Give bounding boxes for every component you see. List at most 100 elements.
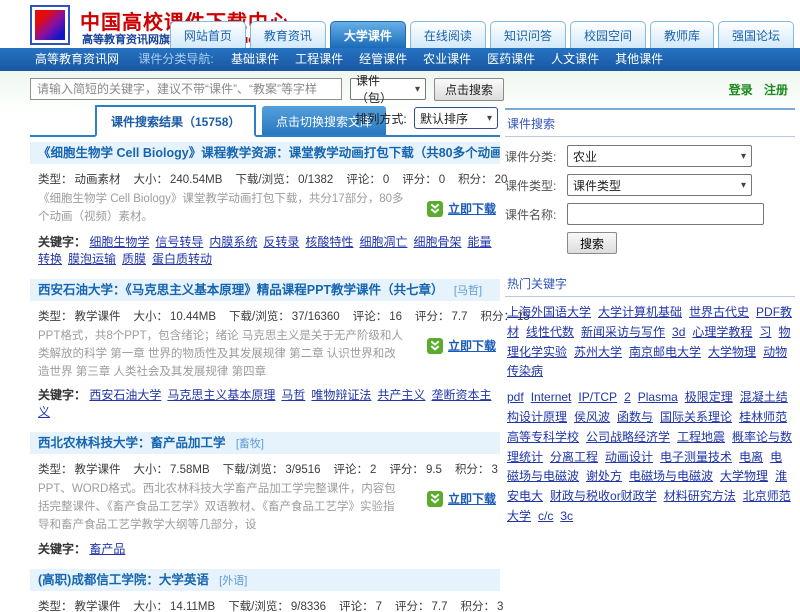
meta-pair: 下载/浏览：37/16360	[229, 311, 340, 323]
search-input[interactable]	[30, 78, 342, 100]
hot-keyword-link[interactable]: 大学物理	[708, 345, 756, 359]
type-select[interactable]: 课件类型 ▾	[567, 174, 752, 196]
sidebar-search-title: 课件搜索	[505, 110, 795, 137]
hot-keyword-link[interactable]: pdf	[507, 390, 524, 404]
hot-keyword-link[interactable]: 侯风波	[574, 410, 610, 424]
hot-keyword-link[interactable]: 国际关系理论	[660, 410, 732, 424]
hot-keyword-link[interactable]: Internet	[531, 390, 572, 404]
download-button[interactable]: 立即下载	[427, 490, 496, 507]
tab-home[interactable]: 网站首页	[170, 21, 246, 48]
keyword-link[interactable]: 内膜系统	[209, 235, 257, 249]
chevron-down-icon: ▾	[415, 84, 420, 95]
hot-keyword-link[interactable]: 南京邮电大学	[629, 345, 701, 359]
hot-keyword-link[interactable]: 财政与税收or财政学	[550, 489, 657, 503]
result-item: 西北农林科技大学：畜产品加工学 [畜牧] 类型：教学课件大小：7.58MB下载/…	[30, 432, 500, 563]
item-meta: 类型：动画素材大小：240.54MB下载/浏览：0/1382评论：0评分：0积分…	[30, 164, 500, 190]
tab-online-reading[interactable]: 在线阅读	[410, 21, 486, 48]
hot-keyword-link[interactable]: 上海外国语大学	[507, 305, 591, 319]
hot-keyword-link[interactable]: 2	[624, 390, 631, 404]
top-nav-tabs: 网站首页 教育资讯 大学课件 在线阅读 知识问答 校园空间 教师库 强国论坛	[170, 21, 794, 48]
hot-keyword-link[interactable]: c/c	[538, 509, 553, 523]
hot-keyword-link[interactable]: 工程地震	[677, 430, 725, 444]
hot-keyword-link[interactable]: 3c	[560, 509, 573, 523]
keyword-link[interactable]: 马哲	[281, 388, 305, 402]
sidebar-search-button[interactable]: 搜索	[567, 232, 617, 254]
hot-keyword-link[interactable]: IP/TCP	[578, 390, 617, 404]
login-link[interactable]: 登录	[729, 83, 753, 97]
category-link[interactable]: 经管课件	[359, 52, 407, 66]
hot-keyword-link[interactable]: 习	[759, 325, 771, 339]
tab-edu-news[interactable]: 教育资讯	[250, 21, 326, 48]
item-title-bar: 西北农林科技大学：畜产品加工学 [畜牧]	[30, 432, 500, 454]
category-link[interactable]: 基础课件	[231, 52, 279, 66]
category-link[interactable]: 工程课件	[295, 52, 343, 66]
keyword-list: 畜产品	[89, 542, 131, 556]
tab-teacher-library[interactable]: 教师库	[650, 21, 714, 48]
category-link[interactable]: 农业课件	[423, 52, 471, 66]
meta-pair: 评论：2	[334, 464, 377, 476]
tab-search-results[interactable]: 课件搜索结果（15758）	[95, 105, 256, 137]
keyword-link[interactable]: 质膜	[122, 252, 146, 266]
hot-keyword-link[interactable]: 苏州大学	[574, 345, 622, 359]
tab-knowledge-qa[interactable]: 知识问答	[490, 21, 566, 48]
hot-keyword-link[interactable]: 电子测量技术	[660, 450, 732, 464]
keyword-link[interactable]: 细胞骨架	[413, 235, 461, 249]
keyword-link[interactable]: 蛋白质转动	[152, 252, 212, 266]
meta-pair: 下载/浏览：0/1382	[235, 174, 333, 186]
download-icon	[427, 491, 443, 507]
result-item: (高职)成都信工学院：大学英语 [外语] 类型：教学课件大小：14.11MB下载…	[30, 569, 500, 612]
category-link[interactable]: 医药课件	[487, 52, 535, 66]
item-category-tag: [外语]	[219, 575, 247, 587]
tab-university-courseware[interactable]: 大学课件	[330, 21, 406, 48]
keyword-link[interactable]: 膜泡运输	[68, 252, 116, 266]
hot-keyword-link[interactable]: 电离	[739, 450, 763, 464]
keyword-link[interactable]: 细胞凋亡	[359, 235, 407, 249]
item-title-link[interactable]: (高职)成都信工学院：大学英语	[38, 573, 209, 587]
search-type-select[interactable]: 课件（包） ▾	[350, 78, 426, 100]
item-title-link[interactable]: 西北农林科技大学：畜产品加工学	[38, 436, 226, 450]
courseware-name-input[interactable]	[567, 203, 764, 225]
hot-keyword-link[interactable]: 3d	[672, 325, 685, 339]
hot-keyword-link[interactable]: 线性代数	[526, 325, 574, 339]
item-title-link[interactable]: 西安石油大学：《马克思主义基本原理》精品课程PPT教学课件（共七章）	[38, 283, 444, 297]
keyword-link[interactable]: 唯物辩证法	[311, 388, 371, 402]
hot-keyword-link[interactable]: 动画设计	[605, 450, 653, 464]
hot-keyword-link[interactable]: 大学计算机基础	[598, 305, 682, 319]
category-select[interactable]: 农业 ▾	[567, 145, 752, 167]
auth-links: 登录 注册	[721, 81, 788, 98]
sort-select[interactable]: 默认排序 ▾	[414, 107, 498, 129]
meta-pair: 评论：0	[346, 174, 389, 186]
hot-keyword-link[interactable]: 世界古代史	[689, 305, 749, 319]
keyword-link[interactable]: 西安石油大学	[89, 388, 161, 402]
link-heec-home[interactable]: 高等教育资讯网	[35, 52, 119, 66]
hot-keyword-link[interactable]: 极限定理	[685, 390, 733, 404]
hot-keyword-link[interactable]: 函数与	[617, 410, 653, 424]
sort-control: 排列方式: 默认排序 ▾	[355, 107, 498, 129]
keyword-link[interactable]: 核酸特性	[305, 235, 353, 249]
hot-keyword-link[interactable]: 大学物理	[720, 469, 768, 483]
keyword-link[interactable]: 信号转导	[155, 235, 203, 249]
tab-forum[interactable]: 强国论坛	[718, 21, 794, 48]
category-link[interactable]: 人文课件	[551, 52, 599, 66]
register-link[interactable]: 注册	[764, 83, 788, 97]
keyword-link[interactable]: 马克思主义基本原理	[167, 388, 275, 402]
category-link[interactable]: 其他课件	[615, 52, 663, 66]
download-button[interactable]: 立即下载	[427, 337, 496, 354]
hot-keyword-link[interactable]: 新闻采访与写作	[581, 325, 665, 339]
item-title-link[interactable]: 《细胞生物学 Cell Biology》课程教学资源：课堂教学动画打包下载（共8…	[38, 146, 500, 160]
hot-keyword-link[interactable]: 电磁场与电磁波	[629, 469, 713, 483]
hot-keyword-link[interactable]: 材料研究方法	[664, 489, 736, 503]
item-title-bar: (高职)成都信工学院：大学英语 [外语]	[30, 569, 500, 591]
keyword-link[interactable]: 畜产品	[89, 542, 125, 556]
hot-keyword-link[interactable]: 分离工程	[550, 450, 598, 464]
keyword-link[interactable]: 细胞生物学	[89, 235, 149, 249]
hot-keyword-link[interactable]: 心理学教程	[692, 325, 752, 339]
hot-keyword-link[interactable]: Plasma	[638, 390, 678, 404]
download-button[interactable]: 立即下载	[427, 200, 496, 217]
keyword-link[interactable]: 共产主义	[377, 388, 425, 402]
hot-keyword-link[interactable]: 公司战略经济学	[586, 430, 670, 444]
tab-campus-space[interactable]: 校园空间	[570, 21, 646, 48]
search-submit-button[interactable]: 点击搜索	[434, 78, 504, 101]
hot-keyword-link[interactable]: 谢处方	[586, 469, 622, 483]
keyword-link[interactable]: 反转录	[263, 235, 299, 249]
